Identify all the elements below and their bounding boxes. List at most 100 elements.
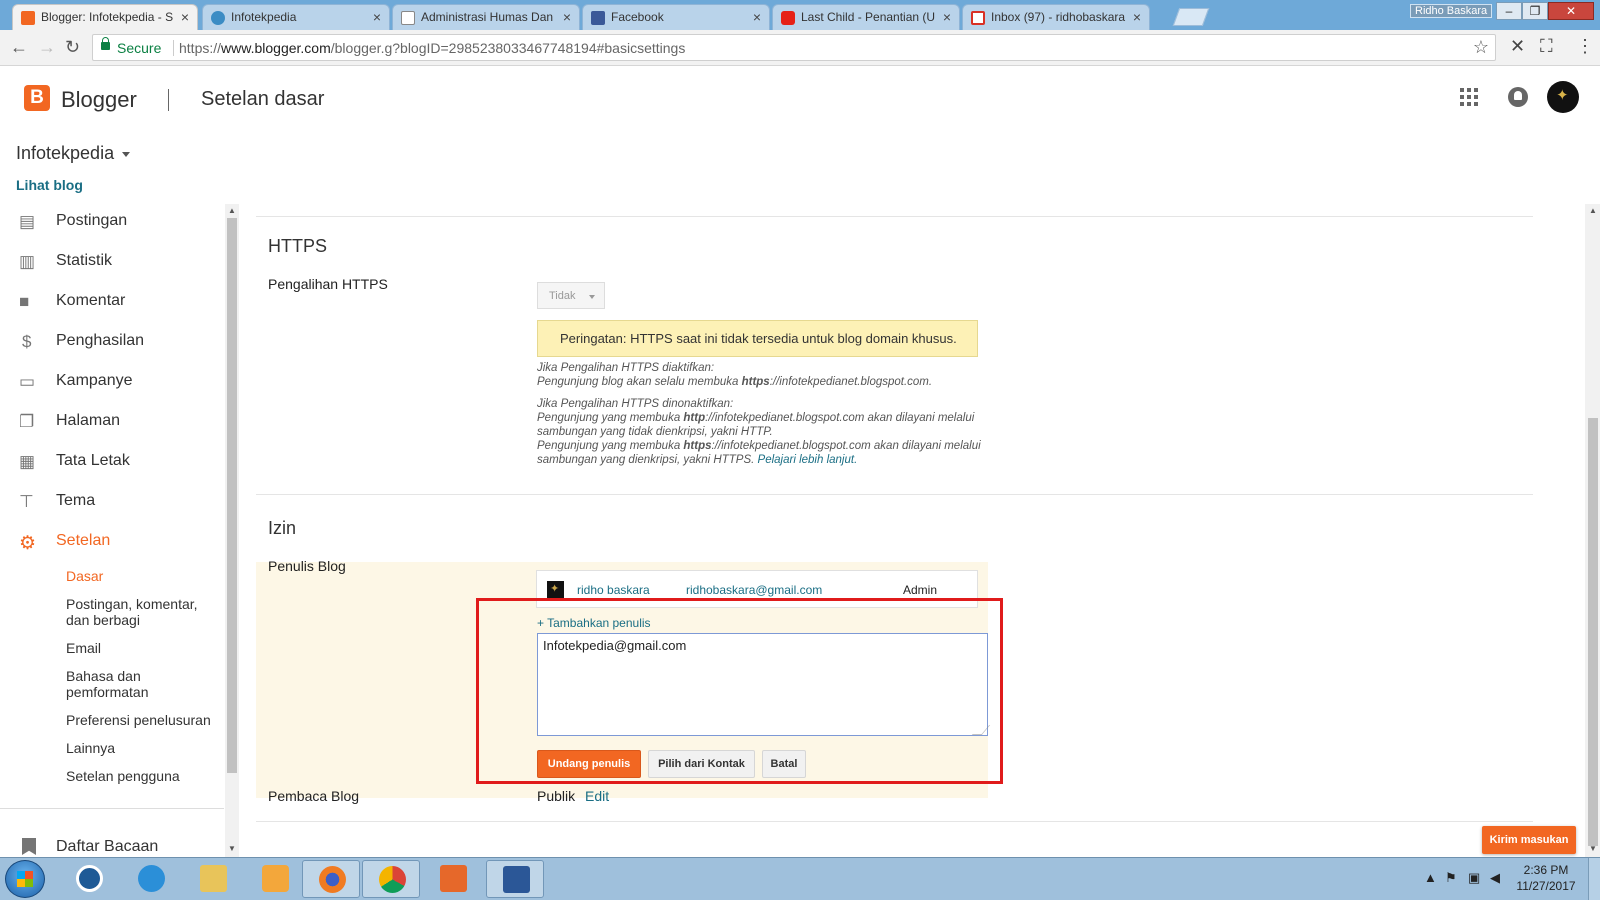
tab-gmail[interactable]: Inbox (97) - ridhobaskara × bbox=[962, 4, 1150, 30]
start-button[interactable] bbox=[5, 860, 45, 898]
action-center-flag-icon[interactable]: ⚑ bbox=[1445, 870, 1457, 886]
subnav-email[interactable]: Email bbox=[66, 640, 216, 656]
maximize-button[interactable]: ❐ bbox=[1522, 2, 1548, 20]
sidebar-item-komentar[interactable]: ■ Komentar bbox=[0, 288, 224, 318]
secure-label: Secure bbox=[117, 40, 162, 56]
divider bbox=[173, 40, 174, 56]
sidebar-item-postingan[interactable]: ▤ Postingan bbox=[0, 208, 224, 238]
new-tab-button[interactable] bbox=[1172, 8, 1210, 26]
subnav-bahasa[interactable]: Bahasa dan pemformatan bbox=[66, 668, 216, 700]
caret-down-icon bbox=[589, 295, 595, 299]
scrollbar-thumb[interactable] bbox=[227, 218, 237, 773]
subnav-dasar[interactable]: Dasar bbox=[66, 568, 216, 584]
https-redirect-select[interactable]: Tidak bbox=[537, 282, 605, 309]
tab-blogger[interactable]: Blogger: Infotekpedia - S × bbox=[12, 4, 198, 30]
taskbar-app-chrome[interactable] bbox=[362, 860, 420, 898]
sidebar-item-setelan[interactable]: ⚙ Setelan bbox=[0, 528, 224, 558]
url-path: /blogger.g?blogID=2985238033467748194#ba… bbox=[330, 40, 686, 56]
scrollbar-thumb[interactable] bbox=[1588, 418, 1598, 846]
close-icon[interactable]: × bbox=[1133, 9, 1141, 25]
minimize-button[interactable]: – bbox=[1496, 2, 1522, 20]
taskbar-app-firefox[interactable] bbox=[302, 860, 360, 898]
blogger-header: B Blogger Setelan dasar bbox=[0, 67, 1600, 129]
globe-icon bbox=[211, 11, 225, 25]
network-icon[interactable]: ▣ bbox=[1468, 870, 1480, 886]
taskbar-app-screenshot[interactable] bbox=[424, 860, 482, 898]
window-close-button[interactable]: ✕ bbox=[1548, 2, 1594, 20]
taskbar-app-cortana[interactable] bbox=[60, 860, 118, 898]
content-scrollbar[interactable]: ▲ ▼ bbox=[1585, 204, 1600, 857]
scroll-down-icon[interactable]: ▼ bbox=[228, 844, 236, 853]
scroll-down-icon[interactable]: ▼ bbox=[1589, 844, 1597, 853]
close-icon[interactable]: × bbox=[943, 9, 951, 25]
bookmark-star-icon[interactable]: ☆ bbox=[1473, 37, 1489, 58]
taskbar-app-word[interactable] bbox=[486, 860, 544, 898]
sidebar-divider bbox=[0, 808, 224, 809]
reload-icon[interactable]: ↻ bbox=[65, 37, 80, 58]
extension-screenshot-icon[interactable]: ⛶ bbox=[1540, 36, 1553, 57]
https-redirect-label: Pengalihan HTTPS bbox=[268, 276, 388, 292]
extension-x-icon[interactable]: ✕ bbox=[1510, 36, 1525, 57]
sidebar-item-halaman[interactable]: ❐ Halaman bbox=[0, 408, 224, 438]
forward-arrow-icon[interactable]: → bbox=[38, 37, 56, 58]
tab-administrasi[interactable]: Administrasi Humas Dan × bbox=[392, 4, 580, 30]
sidebar-item-statistik[interactable]: ▥ Statistik bbox=[0, 248, 224, 278]
firefox-icon bbox=[319, 866, 346, 893]
sidebar-scrollbar[interactable]: ▲ ▼ bbox=[225, 204, 239, 857]
close-icon[interactable]: × bbox=[563, 9, 571, 25]
sidebar-item-tema[interactable]: ⊤ Tema bbox=[0, 488, 224, 518]
close-icon[interactable]: × bbox=[373, 9, 381, 25]
header-divider bbox=[168, 89, 169, 111]
back-arrow-icon[interactable]: ← bbox=[10, 37, 28, 58]
document-icon bbox=[401, 11, 415, 25]
word-icon bbox=[503, 866, 530, 893]
scroll-up-icon[interactable]: ▲ bbox=[228, 206, 236, 215]
screenshot-tool-icon bbox=[440, 865, 467, 892]
blog-name: Infotekpedia bbox=[16, 143, 115, 163]
close-icon[interactable]: × bbox=[181, 9, 189, 25]
view-blog-link[interactable]: Lihat blog bbox=[16, 177, 83, 193]
avatar[interactable] bbox=[1547, 81, 1579, 113]
paint-roller-icon: ⊤ bbox=[19, 492, 34, 511]
send-feedback-button[interactable]: Kirim masukan bbox=[1482, 826, 1576, 854]
taskbar-app-media[interactable] bbox=[246, 860, 304, 898]
subnav-preferensi[interactable]: Preferensi penelusuran bbox=[66, 712, 216, 728]
media-player-icon bbox=[262, 865, 289, 892]
taskbar-clock[interactable]: 2:36 PM 11/27/2017 bbox=[1510, 862, 1582, 894]
omnibox[interactable]: Secure https://www.blogger.com/blogger.g… bbox=[92, 34, 1496, 61]
tab-facebook[interactable]: Facebook × bbox=[582, 4, 770, 30]
readers-edit-link[interactable]: Edit bbox=[585, 788, 609, 804]
help-text: Pengunjung yang membuka http://infotekpe… bbox=[537, 412, 975, 438]
show-desktop-button[interactable] bbox=[1588, 858, 1600, 900]
sidebar-item-tata-letak[interactable]: ▦ Tata Letak bbox=[0, 448, 224, 478]
sidebar-item-label: Setelan bbox=[56, 532, 111, 549]
tab-infotekpedia[interactable]: Infotekpedia × bbox=[202, 4, 390, 30]
author-role[interactable]: Admin bbox=[903, 583, 937, 597]
volume-icon[interactable]: ◀ bbox=[1490, 870, 1500, 886]
taskbar-app-ie[interactable] bbox=[122, 860, 180, 898]
chrome-menu-icon[interactable]: ⋮ bbox=[1576, 36, 1594, 57]
blog-selector[interactable]: Infotekpedia bbox=[16, 143, 131, 164]
author-email[interactable]: ridhobaskara@gmail.com bbox=[686, 583, 822, 597]
notifications-bell-icon[interactable] bbox=[1508, 87, 1528, 107]
apps-grid-icon[interactable] bbox=[1460, 88, 1478, 106]
learn-more-link[interactable]: Pelajari lebih lanjut. bbox=[758, 454, 858, 466]
taskbar-app-explorer[interactable] bbox=[184, 860, 242, 898]
profile-badge[interactable]: Ridho Baskara bbox=[1410, 4, 1493, 18]
tray-expand-icon[interactable]: ▲ bbox=[1424, 870, 1437, 885]
close-icon[interactable]: × bbox=[753, 9, 761, 25]
subnav-postingan-komentar[interactable]: Postingan, komentar, dan berbagi bbox=[66, 596, 216, 628]
sidebar-item-penghasilan[interactable]: $ Penghasilan bbox=[0, 328, 224, 358]
url-text[interactable]: https://www.blogger.com/blogger.g?blogID… bbox=[179, 40, 685, 56]
sidebar-item-kampanye[interactable]: ▭ Kampanye bbox=[0, 368, 224, 398]
author-name[interactable]: ridho baskara bbox=[577, 583, 650, 597]
subnav-setelan-pengguna[interactable]: Setelan pengguna bbox=[66, 768, 216, 784]
scroll-up-icon[interactable]: ▲ bbox=[1589, 206, 1597, 215]
url-host: www.blogger.com bbox=[221, 40, 331, 56]
subnav-lainnya[interactable]: Lainnya bbox=[66, 740, 216, 756]
blogger-logo-icon[interactable]: B bbox=[24, 85, 50, 111]
sidebar-item-daftar-bacaan[interactable]: Daftar Bacaan bbox=[0, 834, 224, 857]
sidebar-item-label: Tata Letak bbox=[56, 452, 130, 469]
browser-tab-strip: Blogger: Infotekpedia - S × Infotekpedia… bbox=[0, 0, 1600, 30]
tab-youtube[interactable]: Last Child - Penantian (U × bbox=[772, 4, 960, 30]
